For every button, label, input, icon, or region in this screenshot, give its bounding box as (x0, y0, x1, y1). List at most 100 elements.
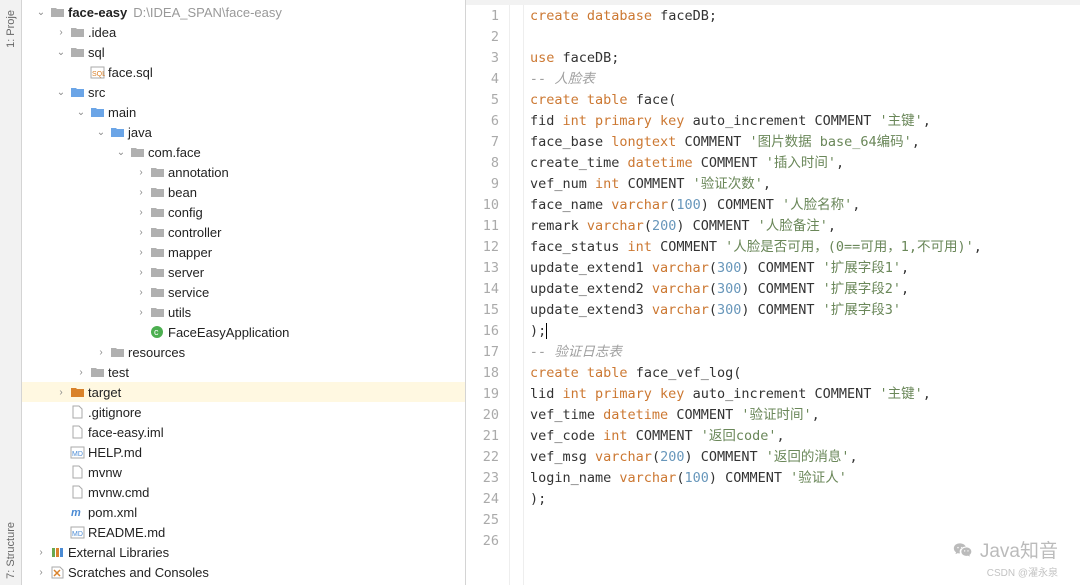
svg-text:SQL: SQL (92, 71, 105, 78)
tree-row-sql[interactable]: ⌄sql (22, 42, 465, 62)
tree-row-pom-xml[interactable]: mpom.xml (22, 502, 465, 522)
md-icon: MD (68, 526, 86, 539)
line-number: 5 (466, 90, 499, 111)
chevron-down-icon[interactable]: ⌄ (114, 147, 128, 158)
tree-row-faceeasyapplication[interactable]: cFaceEasyApplication (22, 322, 465, 342)
tree-row-mvnw[interactable]: mvnw (22, 462, 465, 482)
tree-item-label: bean (168, 185, 197, 200)
code-line-18[interactable]: create table face_vef_log( (530, 363, 1080, 384)
chevron-down-icon[interactable]: ⌄ (54, 87, 68, 98)
code-line-20[interactable]: vef_time datetime COMMENT '验证时间', (530, 405, 1080, 426)
line-number: 21 (466, 426, 499, 447)
tree-row-mvnw-cmd[interactable]: mvnw.cmd (22, 482, 465, 502)
watermark: Java知音 (952, 536, 1058, 563)
tree-row-main[interactable]: ⌄main (22, 102, 465, 122)
chevron-right-icon[interactable]: › (34, 567, 48, 578)
tree-row-com-face[interactable]: ⌄com.face (22, 142, 465, 162)
tree-item-label: mvnw.cmd (88, 485, 149, 500)
tree-row-face-easy[interactable]: ⌄face-easyD:\IDEA_SPAN\face-easy (22, 2, 465, 22)
tree-row-readme-md[interactable]: MDREADME.md (22, 522, 465, 542)
chevron-right-icon[interactable]: › (134, 227, 148, 238)
tree-row-target[interactable]: ›target (22, 382, 465, 402)
tree-row-java[interactable]: ⌄ java (22, 122, 465, 142)
tree-row-annotation[interactable]: ›annotation (22, 162, 465, 182)
tree-row-face-easy-iml[interactable]: face-easy.iml (22, 422, 465, 442)
line-number-gutter: 1234567891011121314151617181920212223242… (466, 5, 510, 585)
tree-row-server[interactable]: ›server (22, 262, 465, 282)
project-tool-tab[interactable]: 1: Proje (2, 4, 20, 54)
code-line-2[interactable] (530, 27, 1080, 48)
tree-row-mapper[interactable]: ›mapper (22, 242, 465, 262)
code-line-7[interactable]: face_base longtext COMMENT '图片数据 base_64… (530, 132, 1080, 153)
code-line-5[interactable]: create table face( (530, 90, 1080, 111)
code-line-13[interactable]: update_extend1 varchar(300) COMMENT '扩展字… (530, 258, 1080, 279)
code-line-6[interactable]: fid int primary key auto_increment COMME… (530, 111, 1080, 132)
chevron-right-icon[interactable]: › (94, 347, 108, 358)
code-line-1[interactable]: create database faceDB; (530, 6, 1080, 27)
tree-row-scratches-and-consoles[interactable]: ›Scratches and Consoles (22, 562, 465, 582)
code-line-22[interactable]: vef_msg varchar(200) COMMENT '返回的消息', (530, 447, 1080, 468)
code-line-21[interactable]: vef_code int COMMENT '返回code', (530, 426, 1080, 447)
lib-icon (48, 546, 66, 559)
tree-row-face-sql[interactable]: SQLface.sql (22, 62, 465, 82)
chevron-down-icon[interactable]: ⌄ (94, 127, 108, 138)
chevron-right-icon[interactable]: › (134, 167, 148, 178)
code-line-12[interactable]: face_status int COMMENT '人脸是否可用，(0==可用，1… (530, 237, 1080, 258)
tree-row--gitignore[interactable]: .gitignore (22, 402, 465, 422)
tree-item-label: face.sql (108, 65, 153, 80)
code-line-24[interactable]: ); (530, 489, 1080, 510)
line-number: 1 (466, 6, 499, 27)
tree-row-test[interactable]: ›test (22, 362, 465, 382)
tree-row-src[interactable]: ⌄src (22, 82, 465, 102)
chevron-right-icon[interactable]: › (54, 387, 68, 398)
code-line-17[interactable]: -- 验证日志表 (530, 342, 1080, 363)
svg-text:m: m (71, 507, 81, 519)
folder-icon (48, 6, 66, 19)
code-editor[interactable]: 1234567891011121314151617181920212223242… (466, 5, 1080, 585)
code-line-16[interactable]: ); (530, 321, 1080, 342)
chevron-right-icon[interactable]: › (74, 367, 88, 378)
maven-icon: m (68, 505, 86, 519)
code-line-25[interactable] (530, 510, 1080, 531)
tree-row-controller[interactable]: ›controller (22, 222, 465, 242)
chevron-down-icon[interactable]: ⌄ (34, 7, 48, 18)
chevron-right-icon[interactable]: › (134, 247, 148, 258)
chevron-right-icon[interactable]: › (134, 187, 148, 198)
chevron-right-icon[interactable]: › (134, 207, 148, 218)
code-line-11[interactable]: remark varchar(200) COMMENT '人脸备注', (530, 216, 1080, 237)
code-line-4[interactable]: -- 人脸表 (530, 69, 1080, 90)
code-area[interactable]: create database faceDB; use faceDB;-- 人脸… (524, 5, 1080, 585)
tree-row-bean[interactable]: › bean (22, 182, 465, 202)
line-number: 3 (466, 48, 499, 69)
tree-row--idea[interactable]: ›.idea (22, 22, 465, 42)
code-line-19[interactable]: lid int primary key auto_increment COMME… (530, 384, 1080, 405)
code-line-15[interactable]: update_extend3 varchar(300) COMMENT '扩展字… (530, 300, 1080, 321)
chevron-down-icon[interactable]: ⌄ (74, 107, 88, 118)
code-line-14[interactable]: update_extend2 varchar(300) COMMENT '扩展字… (530, 279, 1080, 300)
tree-row-external-libraries[interactable]: ›External Libraries (22, 542, 465, 562)
fold-column[interactable] (510, 5, 524, 585)
tree-row-utils[interactable]: › utils (22, 302, 465, 322)
code-line-9[interactable]: vef_num int COMMENT '验证次数', (530, 174, 1080, 195)
chevron-right-icon[interactable]: › (134, 307, 148, 318)
tree-row-resources[interactable]: ›resources (22, 342, 465, 362)
tree-row-service[interactable]: ›service (22, 282, 465, 302)
tree-item-label: README.md (88, 525, 165, 540)
code-line-23[interactable]: login_name varchar(100) COMMENT '验证人' (530, 468, 1080, 489)
chevron-right-icon[interactable]: › (34, 547, 48, 558)
tree-row-config[interactable]: ›config (22, 202, 465, 222)
line-number: 4 (466, 69, 499, 90)
chevron-right-icon[interactable]: › (134, 287, 148, 298)
folder-icon (108, 346, 126, 359)
code-line-3[interactable]: use faceDB; (530, 48, 1080, 69)
tree-item-label: java (128, 125, 152, 140)
structure-tool-tab[interactable]: 7: Structure (2, 516, 20, 585)
chevron-down-icon[interactable]: ⌄ (54, 47, 68, 58)
code-line-8[interactable]: create_time datetime COMMENT '插入时间', (530, 153, 1080, 174)
tree-item-label: utils (168, 305, 191, 320)
code-line-10[interactable]: face_name varchar(100) COMMENT '人脸名称', (530, 195, 1080, 216)
chevron-right-icon[interactable]: › (134, 267, 148, 278)
project-tree[interactable]: ⌄face-easyD:\IDEA_SPAN\face-easy›.idea⌄s… (22, 0, 465, 585)
tree-row-help-md[interactable]: MDHELP.md (22, 442, 465, 462)
chevron-right-icon[interactable]: › (54, 27, 68, 38)
